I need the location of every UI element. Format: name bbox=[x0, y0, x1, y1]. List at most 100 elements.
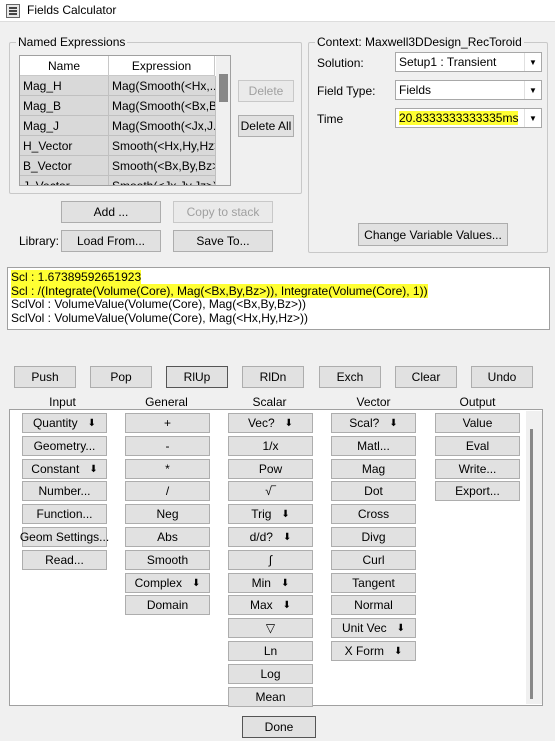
general-complex-button[interactable]: Complex ⬇ bbox=[125, 573, 210, 593]
named-expressions-table[interactable]: Name Expression Mag_H Mag(Smooth(<Hx,... M… bbox=[19, 55, 231, 186]
scalar--button[interactable]: ∫ bbox=[228, 550, 313, 570]
input-constant-button[interactable]: Constant ⬇ bbox=[22, 459, 107, 479]
button-label: ∫ bbox=[268, 553, 273, 567]
column-header-name[interactable]: Name bbox=[20, 56, 109, 76]
general-header: General bbox=[145, 395, 188, 409]
pop-button[interactable]: Pop bbox=[90, 366, 152, 388]
scalar-log-button[interactable]: Log bbox=[228, 664, 313, 684]
input-geometry-button[interactable]: Geometry... bbox=[22, 436, 107, 456]
operations-scrollbar[interactable] bbox=[526, 411, 542, 704]
window-title: Fields Calculator bbox=[27, 3, 117, 17]
field-type-select[interactable]: Fields ▼ bbox=[395, 80, 542, 100]
vector-tangent-button[interactable]: Tangent bbox=[331, 573, 416, 593]
button-label: Value bbox=[462, 416, 493, 430]
table-cell-name[interactable]: Mag_J bbox=[20, 116, 109, 136]
table-cell-expression[interactable]: Mag(Smooth(<Hx,... bbox=[109, 76, 216, 96]
general--button[interactable]: * bbox=[125, 459, 210, 479]
table-cell-name[interactable]: H_Vector bbox=[20, 136, 109, 156]
input-function-button[interactable]: Function... bbox=[22, 504, 107, 524]
general--button[interactable]: - bbox=[125, 436, 210, 456]
undo-button[interactable]: Undo bbox=[471, 366, 533, 388]
table-scrollbar[interactable] bbox=[216, 56, 230, 185]
delete-all-button[interactable]: Delete All bbox=[238, 115, 294, 137]
dropdown-arrow-icon: ⬇ bbox=[280, 577, 290, 589]
column-header-expression[interactable]: Expression bbox=[109, 56, 215, 76]
scalar-trig-button[interactable]: Trig ⬇ bbox=[228, 504, 313, 524]
rlup-button[interactable]: RlUp bbox=[166, 366, 228, 388]
vector-x-form-button[interactable]: X Form ⬇ bbox=[331, 641, 416, 661]
button-label: * bbox=[165, 462, 170, 476]
general-abs-button[interactable]: Abs bbox=[125, 527, 210, 547]
output-write-button[interactable]: Write... bbox=[435, 459, 520, 479]
table-cell-expression[interactable]: Smooth(<Jx,Jy,Jz>) bbox=[109, 176, 216, 185]
scalar-min-button[interactable]: Min ⬇ bbox=[228, 573, 313, 593]
output-export-button[interactable]: Export... bbox=[435, 481, 520, 501]
save-to-button[interactable]: Save To... bbox=[173, 230, 273, 252]
table-scroll-thumb[interactable] bbox=[219, 74, 228, 102]
input-header: Input bbox=[49, 395, 76, 409]
stack-line: Scl : 1.67389592651923 bbox=[11, 270, 142, 284]
scalar-vec-button[interactable]: Vec? ⬇ bbox=[228, 413, 313, 433]
copy-to-stack-button[interactable]: Copy to stack bbox=[173, 201, 273, 223]
dropdown-arrow-icon: ⬇ bbox=[396, 622, 406, 634]
general-domain-button[interactable]: Domain bbox=[125, 595, 210, 615]
general-neg-button[interactable]: Neg bbox=[125, 504, 210, 524]
table-cell-name[interactable]: B_Vector bbox=[20, 156, 109, 176]
input-read-button[interactable]: Read... bbox=[22, 550, 107, 570]
solution-select[interactable]: Setup1 : Transient ▼ bbox=[395, 52, 542, 72]
output-value-button[interactable]: Value bbox=[435, 413, 520, 433]
scalar--button[interactable]: ▽ bbox=[228, 618, 313, 638]
general--button[interactable]: / bbox=[125, 481, 210, 501]
vector-matl-button[interactable]: Matl... bbox=[331, 436, 416, 456]
button-label: Quantity bbox=[32, 416, 78, 430]
context-group bbox=[308, 42, 548, 253]
general--button[interactable]: + bbox=[125, 413, 210, 433]
vector-cross-button[interactable]: Cross bbox=[331, 504, 416, 524]
scalar-mean-button[interactable]: Mean bbox=[228, 687, 313, 707]
button-label: √‾ bbox=[265, 484, 276, 498]
table-cell-expression[interactable]: Smooth(<Bx,By,Bz>) bbox=[109, 156, 216, 176]
scalar-max-button[interactable]: Max ⬇ bbox=[228, 595, 313, 615]
change-variable-values-button[interactable]: Change Variable Values... bbox=[358, 223, 508, 246]
scalar-pow-button[interactable]: Pow bbox=[228, 459, 313, 479]
time-label: Time bbox=[317, 112, 344, 126]
delete-button[interactable]: Delete bbox=[238, 80, 294, 102]
push-button[interactable]: Push bbox=[14, 366, 76, 388]
scalar--button[interactable]: √‾ bbox=[228, 481, 313, 501]
table-cell-expression[interactable]: Mag(Smooth(<Bx,B... bbox=[109, 96, 216, 116]
clear-button[interactable]: Clear bbox=[395, 366, 457, 388]
stack-display[interactable]: Scl : 1.67389592651923 Scl : /(Integrate… bbox=[7, 267, 550, 330]
done-button[interactable]: Done bbox=[242, 716, 316, 738]
scalar-ln-button[interactable]: Ln bbox=[228, 641, 313, 661]
load-from-button[interactable]: Load From... bbox=[61, 230, 161, 252]
scalar-1-x-button[interactable]: 1/x bbox=[228, 436, 313, 456]
exch-button[interactable]: Exch bbox=[319, 366, 381, 388]
rldn-button[interactable]: RlDn bbox=[242, 366, 304, 388]
chevron-down-icon: ▼ bbox=[524, 53, 541, 71]
named-expressions-label: Named Expressions bbox=[16, 35, 128, 49]
button-label: Pow bbox=[258, 462, 283, 476]
time-select[interactable]: 20.8333333333335ms ▼ bbox=[395, 108, 542, 128]
vector-dot-button[interactable]: Dot bbox=[331, 481, 416, 501]
table-cell-name[interactable]: Mag_H bbox=[20, 76, 109, 96]
table-cell-expression[interactable]: Smooth(<Hx,Hy,Hz>) bbox=[109, 136, 216, 156]
input-geom-settings-button[interactable]: Geom Settings... bbox=[20, 527, 109, 547]
table-cell-name[interactable]: J_Vector bbox=[20, 176, 109, 185]
add-button[interactable]: Add ... bbox=[61, 201, 161, 223]
input-number-button[interactable]: Number... bbox=[22, 481, 107, 501]
button-label: / bbox=[165, 484, 170, 498]
general-smooth-button[interactable]: Smooth bbox=[125, 550, 210, 570]
scalar-d-d-button[interactable]: d/d? ⬇ bbox=[228, 527, 313, 547]
vector-divg-button[interactable]: Divg bbox=[331, 527, 416, 547]
table-cell-expression[interactable]: Mag(Smooth(<Jx,J... bbox=[109, 116, 216, 136]
vector-scal-button[interactable]: Scal? ⬇ bbox=[331, 413, 416, 433]
output-eval-button[interactable]: Eval bbox=[435, 436, 520, 456]
operations-scroll-thumb[interactable] bbox=[530, 429, 533, 699]
input-quantity-button[interactable]: Quantity ⬇ bbox=[22, 413, 107, 433]
table-cell-name[interactable]: Mag_B bbox=[20, 96, 109, 116]
vector-unit-vec-button[interactable]: Unit Vec ⬇ bbox=[331, 618, 416, 638]
vector-curl-button[interactable]: Curl bbox=[331, 550, 416, 570]
vector-normal-button[interactable]: Normal bbox=[331, 595, 416, 615]
vector-mag-button[interactable]: Mag bbox=[331, 459, 416, 479]
output-header: Output bbox=[459, 395, 496, 409]
